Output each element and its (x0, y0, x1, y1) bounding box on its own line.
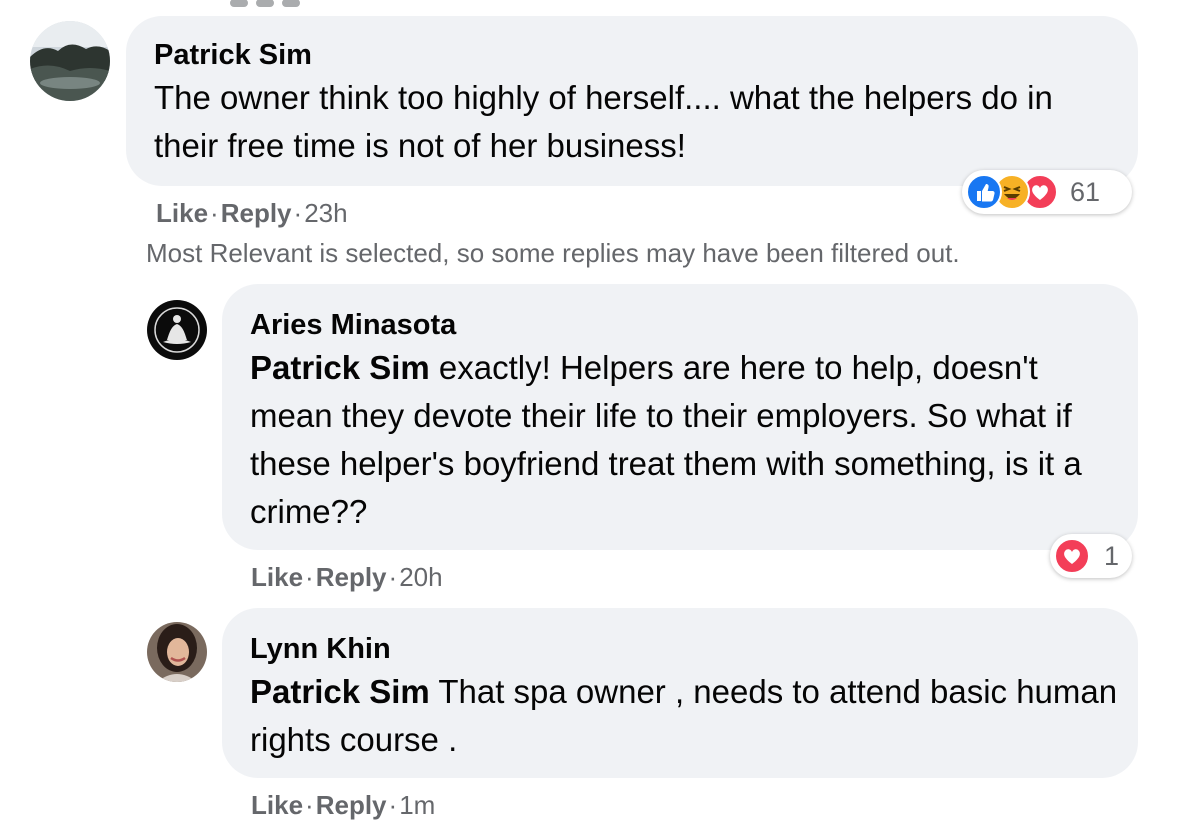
mention-link[interactable]: Patrick Sim (250, 673, 430, 710)
avatar-patrick-sim[interactable] (30, 21, 110, 101)
reaction-summary[interactable]: 61 (962, 170, 1132, 214)
reply-actions: Like·Reply·20h (251, 562, 443, 592)
reply-button[interactable]: Reply (316, 790, 387, 820)
reply-button[interactable]: Reply (316, 562, 387, 592)
reply-button[interactable]: Reply (221, 198, 292, 228)
filter-notice: Most Relevant is selected, so some repli… (146, 238, 960, 268)
reaction-summary[interactable]: 1 (1050, 534, 1132, 578)
reply-bubble: Lynn Khin Patrick Sim That spa owner , n… (222, 608, 1138, 778)
comment-author[interactable]: Patrick Sim (154, 38, 1110, 72)
reaction-count: 61 (1070, 176, 1101, 207)
comment-timestamp[interactable]: 23h (304, 198, 347, 228)
mention-link[interactable]: Patrick Sim (250, 349, 430, 386)
reply-timestamp[interactable]: 20h (399, 562, 442, 592)
comment-bubble: Patrick Sim The owner think too highly o… (126, 16, 1138, 186)
meditation-figure-icon (154, 307, 200, 353)
like-button[interactable]: Like (156, 198, 208, 228)
landscape-photo-icon (30, 21, 110, 101)
reply-author[interactable]: Aries Minasota (250, 308, 1110, 342)
reaction-count: 1 (1104, 540, 1120, 571)
like-icon (966, 174, 1002, 210)
reply-timestamp[interactable]: 1m (399, 790, 435, 820)
like-button[interactable]: Like (251, 790, 303, 820)
comment-text: The owner think too highly of herself...… (154, 79, 1053, 164)
reply-actions: Like·Reply·1m (251, 790, 436, 820)
comment-actions: Like·Reply·23h (156, 198, 348, 228)
avatar-lynn-khin[interactable] (147, 622, 207, 682)
previous-actions-remnant (230, 0, 340, 7)
reply-author[interactable]: Lynn Khin (250, 632, 1110, 666)
reply-text: Patrick Sim That spa owner , needs to at… (250, 668, 1120, 764)
love-icon (1054, 538, 1090, 574)
like-button[interactable]: Like (251, 562, 303, 592)
reply-bubble: Aries Minasota Patrick Sim exactly! Help… (222, 284, 1138, 550)
reply-text: Patrick Sim exactly! Helpers are here to… (250, 344, 1120, 536)
avatar-aries-minasota[interactable] (147, 300, 207, 360)
profile-photo-icon (147, 622, 207, 682)
